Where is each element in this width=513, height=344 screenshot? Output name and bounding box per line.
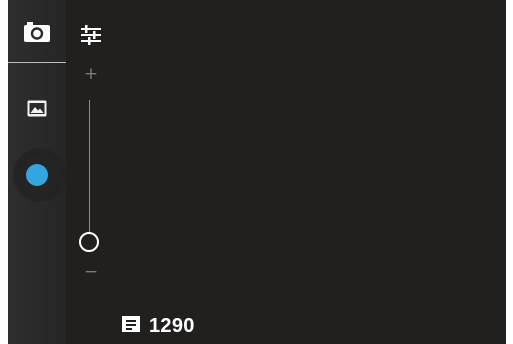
zoom-out-icon[interactable]: − xyxy=(82,262,100,282)
sd-card-icon xyxy=(121,315,141,337)
remaining-shots-count: 1290 xyxy=(149,314,195,337)
remaining-shots-indicator: 1290 xyxy=(121,312,195,340)
image-icon xyxy=(27,100,47,121)
camera-icon xyxy=(23,21,51,47)
settings-button[interactable] xyxy=(74,20,108,54)
gallery-button[interactable] xyxy=(8,88,66,132)
camera-viewfinder: + − 1290 xyxy=(8,0,506,344)
shutter-dot-icon xyxy=(26,164,48,186)
zoom-slider-track[interactable] xyxy=(89,100,90,238)
zoom-in-icon[interactable]: + xyxy=(82,64,100,84)
camera-mode-button[interactable] xyxy=(8,6,66,62)
settings-sliders-icon xyxy=(79,23,103,51)
panel-divider xyxy=(8,62,66,63)
shutter-button[interactable] xyxy=(10,145,67,205)
mode-panel xyxy=(8,0,67,344)
zoom-slider-thumb[interactable] xyxy=(79,232,99,252)
